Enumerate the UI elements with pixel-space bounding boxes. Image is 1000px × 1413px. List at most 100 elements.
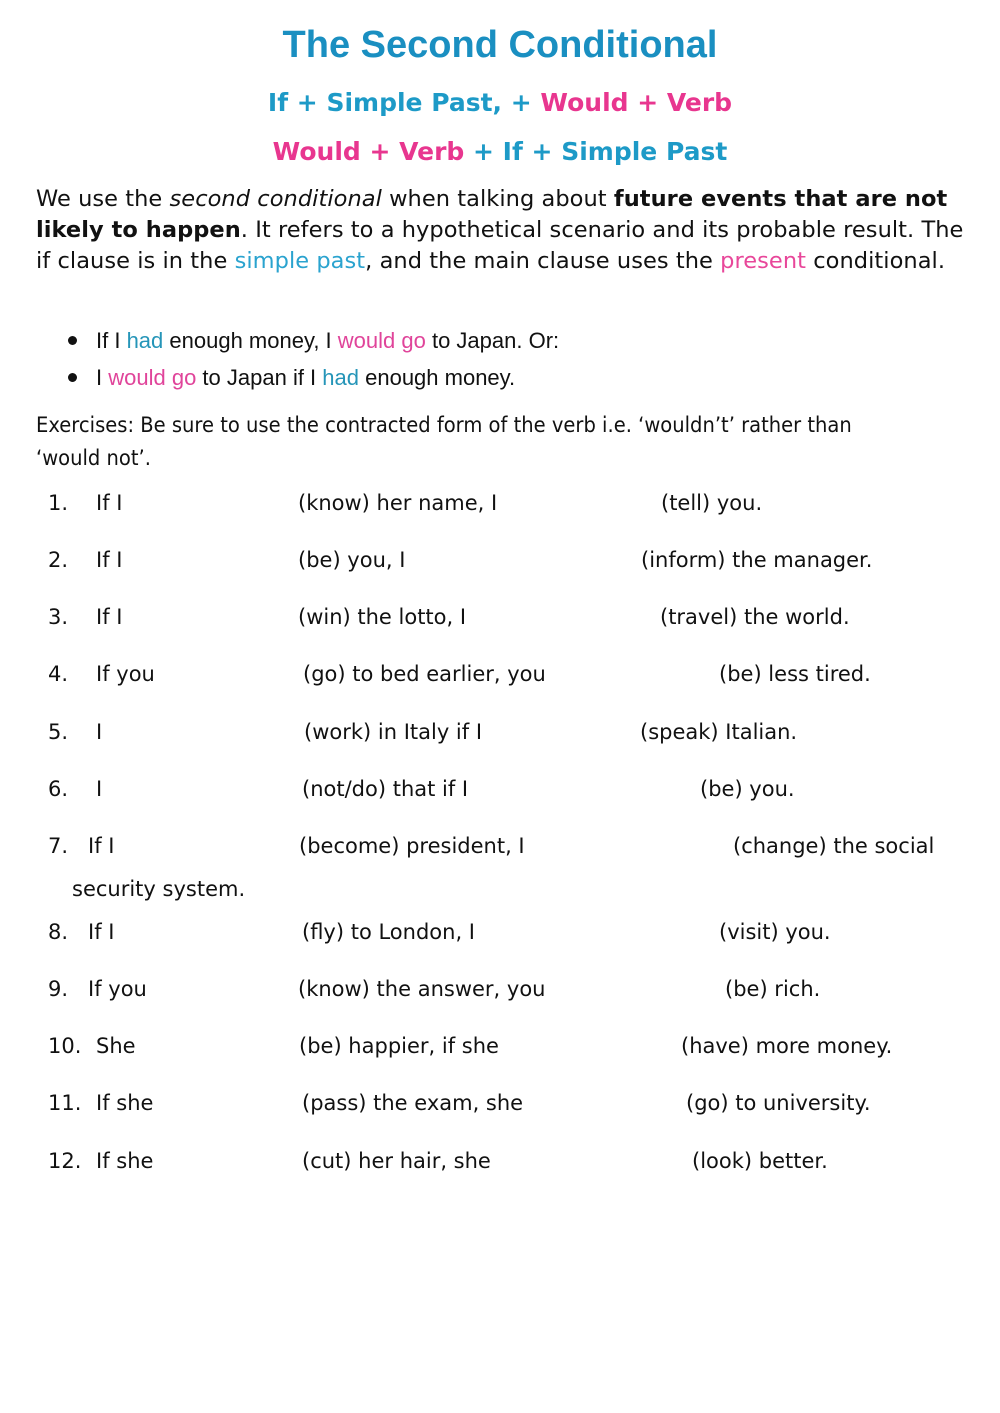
answer-gap-2-input[interactable] <box>505 773 692 803</box>
exercise-instructions: Exercises: Be sure to use the contracted… <box>36 413 852 470</box>
exercise-end-text: (travel) the world. <box>660 605 850 629</box>
exercise-start-text: I <box>96 777 103 801</box>
answer-gap-1-input[interactable] <box>150 830 291 860</box>
exercise-start-text: I <box>96 720 103 744</box>
exercise-item: 4. If you (go) to bed earlier, you (be) les… <box>0 658 1000 690</box>
answer-gap-1-input[interactable] <box>160 601 290 631</box>
exercise-number: 11. <box>48 1091 82 1115</box>
exercise-start-text: If she <box>96 1091 154 1115</box>
exercise-start-text: If I <box>88 834 115 858</box>
exercise-end-text: (be) less tired. <box>719 662 871 686</box>
exercise-item: 7. If I (become) president, I (change) the … <box>0 830 1000 862</box>
answer-gap-2-input[interactable] <box>560 1087 678 1117</box>
answer-gap-1-input[interactable] <box>120 773 294 803</box>
exercise-middle-text: (cut) her hair, she <box>302 1149 491 1173</box>
exercise-number: 1. <box>48 491 69 515</box>
formula-main-clause: Would + Verb <box>540 88 733 117</box>
answer-gap-2-input[interactable] <box>585 973 717 1003</box>
example-past-verb: had <box>322 365 359 390</box>
exercise-middle-text: (not/do) that if I <box>302 777 469 801</box>
exercise-end-text: (have) more money. <box>681 1034 893 1058</box>
exercise-end-text: (speak) Italian. <box>640 720 798 744</box>
exercise-number: 5. <box>48 720 69 744</box>
exercise-number: 6. <box>48 777 69 801</box>
example-would-verb: would go <box>337 328 426 353</box>
exercise-number: 3. <box>48 605 69 629</box>
exercise-number: 9. <box>48 977 69 1001</box>
exercise-number: 7. <box>48 834 69 858</box>
example-item: If I had enough money, I would go to Jap… <box>64 322 559 359</box>
exercise-middle-text: (be) you, I <box>298 548 406 572</box>
answer-gap-2-input[interactable] <box>520 716 632 746</box>
exercise-item: 5. I (work) in Italy if I (speak) Italian. <box>0 716 1000 748</box>
exercise-item: 10. She (be) happier, if she (have) more mo… <box>0 1030 1000 1062</box>
exercise-end-text: (visit) you. <box>719 920 831 944</box>
answer-gap-2-input[interactable] <box>510 916 711 946</box>
exercise-middle-text: (work) in Italy if I <box>304 720 483 744</box>
exercise-item: 1. If I (know) her name, I (tell) you. <box>0 487 1000 519</box>
example-item: I would go to Japan if I had enough mone… <box>64 359 559 396</box>
answer-gap-1-input[interactable] <box>180 658 295 688</box>
answer-gap-1-input[interactable] <box>175 1087 294 1117</box>
bullet-icon <box>68 373 77 382</box>
exercise-start-text: If she <box>96 1149 154 1173</box>
answer-gap-2-input[interactable] <box>435 544 633 574</box>
exercise-middle-text: (fly) to London, I <box>302 920 475 944</box>
example-text: If I <box>96 328 127 353</box>
example-text: to Japan if I <box>196 365 323 390</box>
exercise-middle-text: (know) the answer, you <box>298 977 546 1001</box>
exercise-item: 8. If I (fly) to London, I (visit) you. <box>0 916 1000 948</box>
exercise-end-text: (tell) you. <box>661 491 763 515</box>
intro-italic-term: second conditional <box>169 186 382 212</box>
exercise-item: 9. If you (know) the answer, you (be) rich. <box>0 973 1000 1005</box>
intro-text: conditional. <box>806 248 946 274</box>
exercise-middle-text: (pass) the exam, she <box>302 1091 524 1115</box>
bullet-icon <box>68 336 77 345</box>
answer-gap-2-input[interactable] <box>565 830 725 860</box>
exercise-middle-text: (be) happier, if she <box>299 1034 499 1058</box>
exercise-middle-text: (know) her name, I <box>298 491 498 515</box>
answer-gap-1-input[interactable] <box>120 716 296 746</box>
answer-gap-2-input[interactable] <box>525 1145 684 1175</box>
exercise-start-text: If I <box>88 920 115 944</box>
exercise-end-text: (look) better. <box>692 1149 828 1173</box>
exercise-end-text: (be) rich. <box>725 977 821 1001</box>
exercise-start-text: She <box>96 1034 136 1058</box>
exercise-start-text: If I <box>96 491 123 515</box>
exercise-middle-text: (become) president, I <box>299 834 525 858</box>
exercise-start-text: If I <box>96 605 123 629</box>
answer-gap-2-input[interactable] <box>585 658 711 688</box>
exercise-number: 2. <box>48 548 69 572</box>
exercise-start-text: If you <box>96 662 155 686</box>
answer-gap-1-input[interactable] <box>170 973 290 1003</box>
exercise-middle-text: (win) the lotto, I <box>298 605 467 629</box>
exercise-item: 2. If I (be) you, I (inform) the manager. <box>0 544 1000 576</box>
example-text: enough money, I <box>163 328 338 353</box>
intro-text: , and the main clause uses the <box>365 248 721 274</box>
exercise-item: 11. If she (pass) the exam, she (go) to uni… <box>0 1087 1000 1119</box>
answer-gap-1-input[interactable] <box>160 487 290 517</box>
page-title: The Second Conditional <box>282 24 718 66</box>
exercise-continuation-text: security system. <box>72 877 246 901</box>
example-would-verb: would go <box>108 365 197 390</box>
intro-text: when talking about <box>381 186 614 212</box>
example-past-verb: had <box>126 328 164 353</box>
answer-gap-1-input[interactable] <box>175 1145 294 1175</box>
answer-gap-1-input[interactable] <box>160 544 290 574</box>
answer-gap-2-input[interactable] <box>500 601 652 631</box>
intro-present-term: present <box>720 248 807 274</box>
answer-gap-2-input[interactable] <box>533 1030 673 1060</box>
answer-gap-1-input[interactable] <box>150 1030 291 1060</box>
answer-gap-2-input[interactable] <box>535 487 653 517</box>
exercise-middle-text: (go) to bed earlier, you <box>303 662 546 686</box>
exercise-number: 8. <box>48 920 69 944</box>
exercise-number: 4. <box>48 662 69 686</box>
example-list: If I had enough money, I would go to Jap… <box>64 322 559 396</box>
answer-gap-1-input[interactable] <box>150 916 294 946</box>
formula-if-first: If + Simple Past, + Would + Verb <box>0 88 1000 117</box>
exercise-end-text: (go) to university. <box>686 1091 871 1115</box>
exercise-end-text: (inform) the manager. <box>641 548 873 572</box>
intro-paragraph: We use the second conditional when talki… <box>36 184 966 277</box>
example-text: enough money. <box>359 365 516 390</box>
exercise-start-text: If you <box>88 977 147 1001</box>
